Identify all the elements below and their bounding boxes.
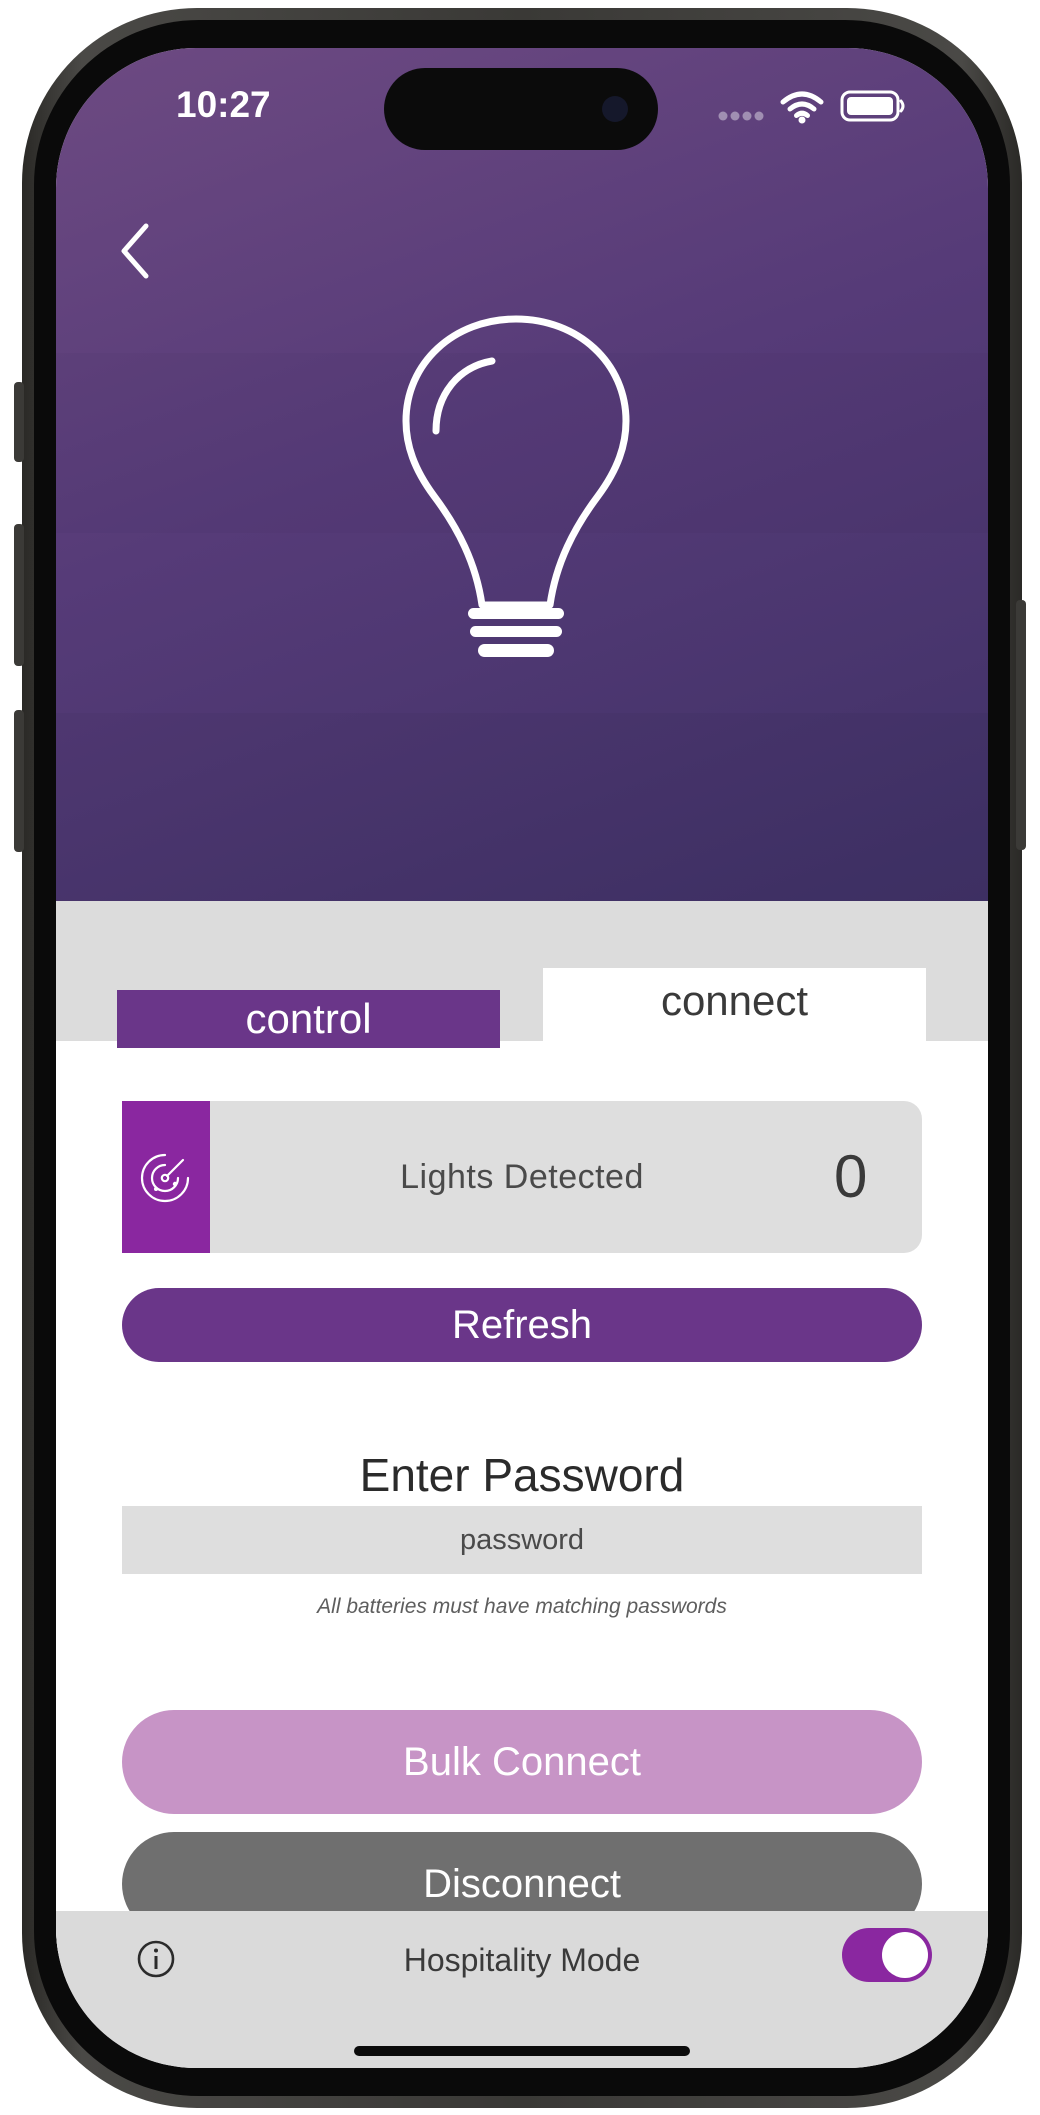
hospitality-mode-toggle[interactable] <box>842 1928 932 1982</box>
chevron-left-icon[interactable] <box>106 216 166 286</box>
tab-connect[interactable]: connect <box>543 968 926 1048</box>
front-camera <box>602 96 628 122</box>
radar-icon <box>140 1153 190 1203</box>
phone-screen: 10:27 control connect Lights Detected 0 … <box>56 48 988 2068</box>
lightbulb-icon <box>402 315 630 657</box>
lights-detected-card: Lights Detected 0 <box>122 1101 922 1253</box>
toggle-knob <box>882 1932 928 1978</box>
refresh-button[interactable]: Refresh <box>122 1288 922 1362</box>
side-button-volume-down <box>14 710 24 852</box>
enter-password-heading: Enter Password <box>359 1449 685 1501</box>
bulk-connect-button[interactable]: Bulk Connect <box>122 1710 922 1814</box>
hero-header: 10:27 <box>56 48 988 901</box>
hero-band <box>56 713 988 901</box>
lights-detected-count: 0 <box>834 1143 868 1210</box>
bottom-bar <box>56 1911 988 2068</box>
tab-control[interactable]: control <box>117 990 500 1048</box>
side-button-volume-up <box>14 524 24 666</box>
password-input[interactable] <box>122 1506 922 1574</box>
lights-detected-label: Lights Detected <box>400 1158 644 1196</box>
side-button-power <box>1016 600 1026 850</box>
password-hint: All batteries must have matching passwor… <box>317 1595 727 1618</box>
cellular-signal-icon <box>718 111 764 121</box>
wifi-icon <box>780 91 824 124</box>
status-time: 10:27 <box>176 84 271 125</box>
side-button-action <box>14 382 24 462</box>
lights-icon-box <box>122 1101 210 1253</box>
battery-icon <box>840 90 905 122</box>
home-indicator[interactable] <box>354 2046 690 2056</box>
